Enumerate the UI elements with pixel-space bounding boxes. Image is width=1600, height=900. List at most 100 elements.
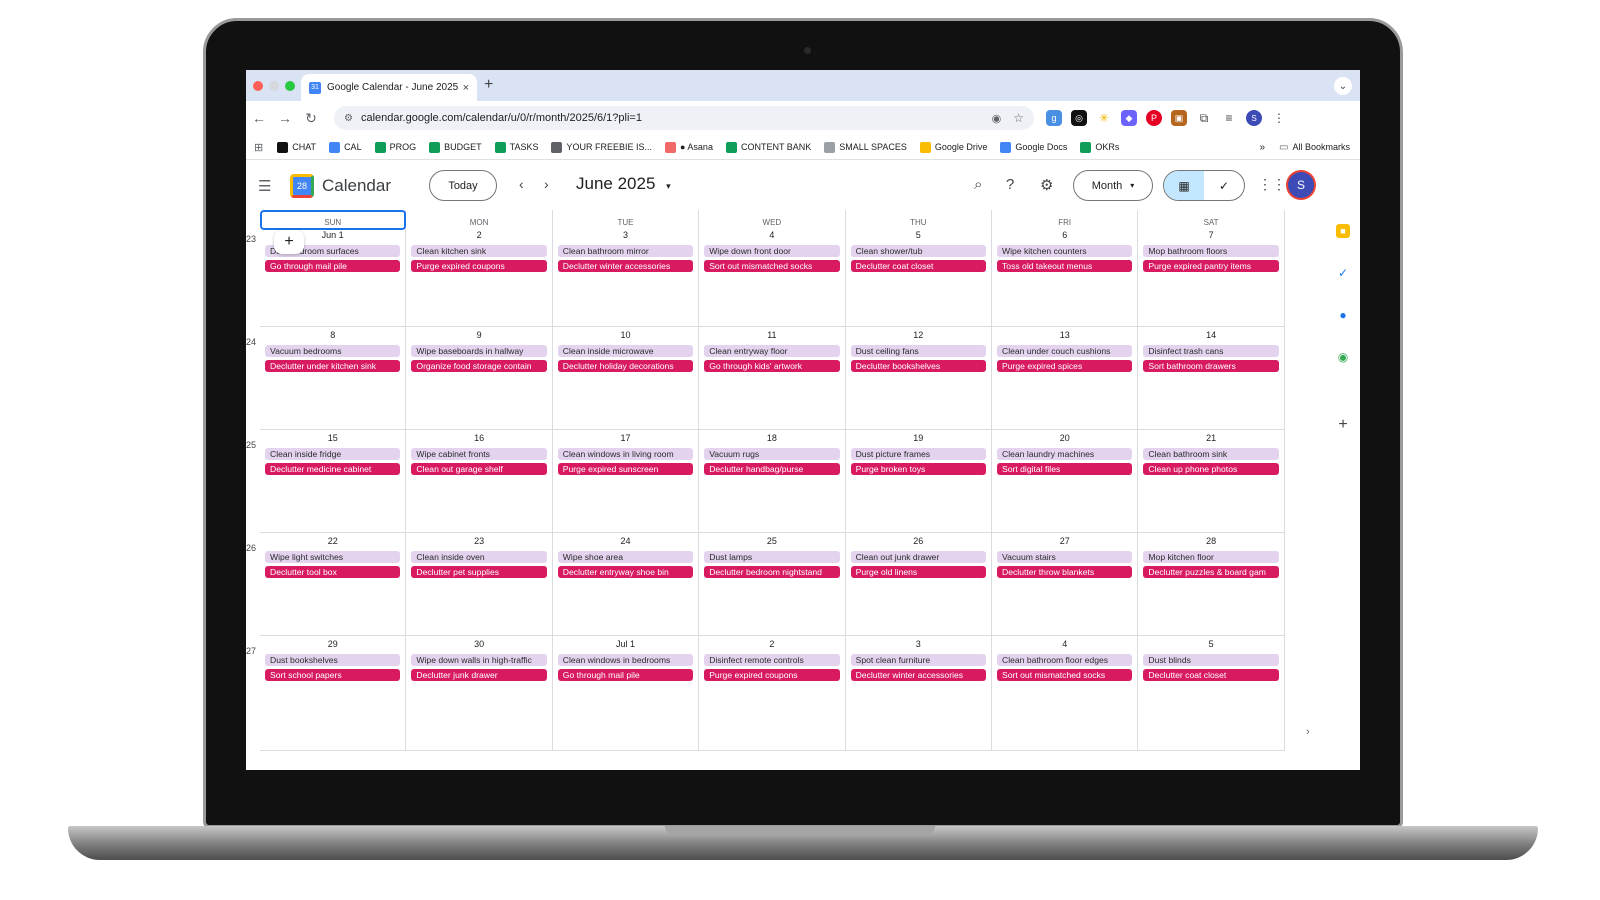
add-addon-icon[interactable]: +	[1336, 416, 1350, 433]
browser-menu-icon[interactable]: ⋮	[1271, 110, 1287, 126]
help-icon[interactable]: ?	[1006, 176, 1014, 193]
tasks-icon[interactable]: ✓	[1336, 266, 1350, 280]
cleaning-event-chip[interactable]: Disinfect trash cans	[1143, 345, 1279, 357]
day-cell[interactable]: 19 Dust picture frames Purge broken toys	[845, 430, 992, 533]
declutter-event-chip[interactable]: Declutter under kitchen sink	[265, 360, 401, 372]
bookmark-item[interactable]: YOUR FREEBIE IS...	[551, 141, 652, 153]
day-cell[interactable]: SUN Jun 1 Dust bedroom surfaces Go through …	[260, 210, 407, 327]
browser-profile-avatar[interactable]: S	[1246, 110, 1262, 126]
declutter-event-chip[interactable]: Declutter throw blankets	[997, 566, 1133, 578]
day-cell[interactable]: 2 Disinfect remote controls Purge expired …	[699, 636, 846, 751]
day-cell[interactable]: WED 4 Wipe down front door Sort out mismatc…	[699, 210, 846, 327]
cleaning-event-chip[interactable]: Vacuum rugs	[704, 448, 840, 460]
day-cell[interactable]: 9 Wipe baseboards in hallway Organize food…	[406, 327, 553, 430]
cleaning-event-chip[interactable]: Dust bookshelves	[265, 654, 401, 666]
cleaning-event-chip[interactable]: Mop kitchen floor	[1143, 551, 1279, 563]
tracking-eye-icon[interactable]: ◉	[992, 112, 1002, 125]
day-number[interactable]: 2	[699, 639, 844, 651]
cleaning-event-chip[interactable]: Disinfect remote controls	[704, 654, 840, 666]
declutter-event-chip[interactable]: Declutter tool box	[265, 566, 401, 578]
declutter-event-chip[interactable]: Declutter entryway shoe bin	[557, 566, 694, 578]
side-panel-expand-icon[interactable]: ›	[1306, 726, 1310, 738]
day-cell[interactable]: 14 Disinfect trash cans Sort bathroom draw…	[1138, 327, 1285, 430]
declutter-event-chip[interactable]: Toss old takeout menus	[997, 260, 1133, 272]
pinterest-extension-icon[interactable]: P	[1146, 110, 1162, 126]
day-cell[interactable]: MON 2 Clean kitchen sink Purge expired coup…	[406, 210, 553, 327]
declutter-event-chip[interactable]: Sort out mismatched socks	[704, 260, 840, 272]
cleaning-event-chip[interactable]: Dust picture frames	[850, 448, 986, 460]
week-number[interactable]: 23	[246, 234, 256, 244]
cleaning-event-chip[interactable]: Clean shower/tub	[850, 245, 986, 257]
day-number[interactable]: 5	[1138, 639, 1283, 651]
cleaning-event-chip[interactable]: Wipe down walls in high-traffic	[411, 654, 547, 666]
day-number[interactable]: 2	[406, 230, 551, 242]
day-number[interactable]: 14	[1138, 330, 1283, 342]
day-number[interactable]: 24	[553, 536, 698, 548]
day-number[interactable]: 6	[992, 230, 1137, 242]
declutter-event-chip[interactable]: Purge expired sunscreen	[557, 463, 694, 475]
bookmark-item[interactable]: PROG	[374, 141, 416, 153]
today-button[interactable]: Today	[429, 170, 497, 201]
cleaning-event-chip[interactable]: Spot clean furniture	[850, 654, 986, 666]
day-cell[interactable]: 21 Clean bathroom sink Clean up phone phot…	[1138, 430, 1285, 533]
declutter-event-chip[interactable]: Declutter medicine cabinet	[265, 463, 401, 475]
day-number[interactable]: 16	[406, 433, 551, 445]
day-number[interactable]: 29	[260, 639, 405, 651]
reload-icon[interactable]: ↻	[298, 110, 324, 127]
day-number[interactable]: 3	[846, 639, 991, 651]
bookmark-item[interactable]: CAL	[329, 141, 362, 153]
cleaning-event-chip[interactable]: Dust blinds	[1143, 654, 1279, 666]
cleaning-event-chip[interactable]: Clean inside oven	[411, 551, 547, 563]
cleaning-event-chip[interactable]: Vacuum bedrooms	[265, 345, 401, 357]
new-tab-button[interactable]: +	[484, 76, 493, 94]
declutter-event-chip[interactable]: Declutter junk drawer	[411, 669, 547, 681]
declutter-event-chip[interactable]: Go through mail pile	[557, 669, 694, 681]
back-icon[interactable]: ←	[246, 110, 272, 126]
day-number[interactable]: 26	[846, 536, 991, 548]
declutter-event-chip[interactable]: Go through kids' artwork	[704, 360, 840, 372]
declutter-event-chip[interactable]: Sort school papers	[265, 669, 401, 681]
cleaning-event-chip[interactable]: Clean entryway floor	[704, 345, 840, 357]
day-cell[interactable]: 12 Dust ceiling fans Declutter bookshelves	[845, 327, 992, 430]
bookmark-item[interactable]: SMALL SPACES	[824, 141, 907, 153]
address-bar[interactable]: ⚙ calendar.google.com/calendar/u/0/r/mon…	[334, 106, 1034, 130]
day-number[interactable]: 12	[846, 330, 991, 342]
declutter-event-chip[interactable]: Purge expired spices	[997, 360, 1133, 372]
day-number[interactable]: 28	[1138, 536, 1283, 548]
cleaning-event-chip[interactable]: Clean kitchen sink	[411, 245, 547, 257]
bookmark-item[interactable]: ● Asana	[664, 141, 713, 153]
declutter-event-chip[interactable]: Declutter winter accessories	[557, 260, 694, 272]
cleaning-event-chip[interactable]: Clean inside microwave	[557, 345, 694, 357]
bookmark-item[interactable]: Google Docs	[1000, 141, 1067, 153]
all-bookmarks-button[interactable]: ▭ All Bookmarks	[1279, 142, 1350, 153]
tasks-view-icon[interactable]: ✓	[1204, 171, 1244, 200]
declutter-event-chip[interactable]: Go through mail pile	[265, 260, 401, 272]
close-window-button[interactable]	[253, 81, 263, 91]
cleaning-event-chip[interactable]: Wipe shoe area	[557, 551, 694, 563]
declutter-event-chip[interactable]: Declutter coat closet	[850, 260, 986, 272]
bookmark-item[interactable]: CONTENT BANK	[725, 141, 811, 153]
bookmark-item[interactable]: TASKS	[494, 141, 538, 153]
keep-icon[interactable]: ■	[1336, 224, 1350, 238]
day-cell[interactable]: 20 Clean laundry machines Sort digital fil…	[992, 430, 1139, 533]
day-cell[interactable]: 18 Vacuum rugs Declutter handbag/purse	[699, 430, 846, 533]
month-title[interactable]: June 2025 ▾	[576, 174, 671, 194]
declutter-event-chip[interactable]: Declutter pet supplies	[411, 566, 547, 578]
day-number[interactable]: 17	[553, 433, 698, 445]
day-number[interactable]: 21	[1138, 433, 1283, 445]
bookmark-item[interactable]: CHAT	[277, 141, 316, 153]
cleaning-event-chip[interactable]: Vacuum stairs	[997, 551, 1133, 563]
day-number[interactable]: 20	[992, 433, 1137, 445]
settings-gear-icon[interactable]: ⚙	[1040, 176, 1053, 194]
declutter-event-chip[interactable]: Declutter bedroom nightstand	[704, 566, 840, 578]
day-number[interactable]: 15	[260, 433, 405, 445]
declutter-event-chip[interactable]: Declutter holiday decorations	[557, 360, 694, 372]
bookmark-star-icon[interactable]: ☆	[1013, 111, 1024, 125]
cleaning-event-chip[interactable]: Wipe cabinet fronts	[411, 448, 547, 460]
day-cell[interactable]: 15 Clean inside fridge Declutter medicine …	[260, 430, 407, 533]
cleaning-event-chip[interactable]: Wipe down front door	[704, 245, 840, 257]
declutter-event-chip[interactable]: Clean up phone photos	[1143, 463, 1279, 475]
day-number[interactable]: 25	[699, 536, 844, 548]
declutter-event-chip[interactable]: Purge expired pantry items	[1143, 260, 1279, 272]
reading-list-icon[interactable]: ≡	[1221, 110, 1237, 126]
